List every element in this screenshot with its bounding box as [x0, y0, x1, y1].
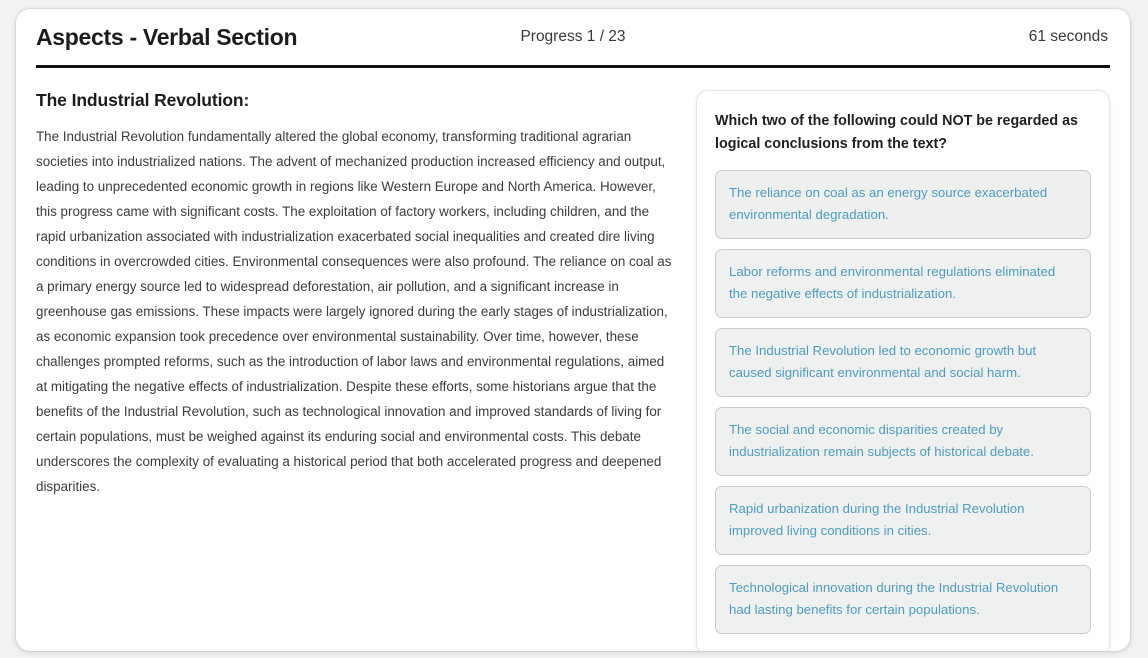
page-title: Aspects - Verbal Section [36, 23, 298, 50]
passage-text: The Industrial Revolution fundamentally … [36, 129, 672, 494]
passage-pane: The Industrial Revolution: The Industria… [36, 90, 672, 499]
exam-header: Aspects - Verbal Section Progress 1 / 23… [16, 9, 1130, 65]
exam-body: The Industrial Revolution: The Industria… [16, 68, 1130, 651]
answer-option[interactable]: The Industrial Revolution led to economi… [715, 328, 1091, 397]
question-prompt: Which two of the following could NOT be … [715, 113, 1078, 152]
answer-option[interactable]: The social and economic disparities crea… [715, 407, 1091, 476]
answer-option[interactable]: Rapid urbanization during the Industrial… [715, 486, 1091, 555]
passage-title: The Industrial Revolution: [36, 90, 250, 110]
answer-option-list: The reliance on coal as an energy source… [715, 170, 1091, 634]
exam-window: Aspects - Verbal Section Progress 1 / 23… [16, 9, 1130, 651]
question-card: Which two of the following could NOT be … [696, 90, 1110, 651]
answer-option[interactable]: Technological innovation during the Indu… [715, 565, 1091, 634]
answer-option[interactable]: The reliance on coal as an energy source… [715, 170, 1091, 239]
answer-option[interactable]: Labor reforms and environmental regulati… [715, 249, 1091, 318]
timer-countdown: 61 seconds [1028, 28, 1108, 45]
